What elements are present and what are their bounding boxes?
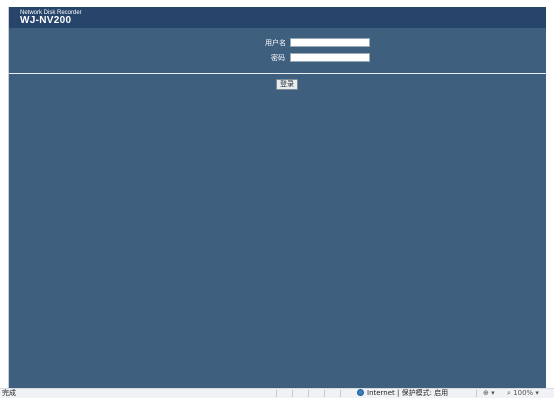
status-separator — [476, 390, 477, 397]
status-separator — [340, 390, 341, 397]
chevron-down-icon: ▾ — [535, 389, 539, 397]
zoom-control[interactable]: ⌕ 100% ▾ — [507, 389, 539, 398]
zoom-level: 100% — [513, 389, 534, 397]
form-divider — [9, 73, 547, 74]
browser-content: Network Disk Recorder WJ-NV200 用户名 密码 登录 — [8, 7, 548, 388]
browser-status-bar: 完成 Internet | 保护模式: 启用 ⊕ ▾ ⌕ 100% ▾ — [0, 388, 554, 398]
globe-icon — [357, 389, 364, 396]
password-input[interactable] — [290, 53, 370, 62]
magnifier-icon: ⌕ — [507, 389, 511, 397]
password-label: 密码 — [271, 54, 285, 62]
username-label: 用户名 — [265, 39, 286, 47]
lock-icon[interactable]: ⊕ ▾ — [483, 389, 495, 398]
window-edge — [546, 7, 554, 388]
model-name: WJ-NV200 — [20, 15, 72, 26]
status-separator — [308, 390, 309, 397]
status-text: 完成 — [2, 389, 16, 397]
login-button[interactable]: 登录 — [276, 79, 298, 90]
status-separator — [276, 390, 277, 397]
username-input[interactable] — [290, 38, 370, 47]
status-separator — [324, 390, 325, 397]
zone-text: Internet | 保护模式: 启用 — [367, 389, 449, 397]
status-separator — [292, 390, 293, 397]
security-zone[interactable]: Internet | 保护模式: 启用 — [357, 389, 448, 398]
app-header: Network Disk Recorder WJ-NV200 — [9, 7, 547, 28]
